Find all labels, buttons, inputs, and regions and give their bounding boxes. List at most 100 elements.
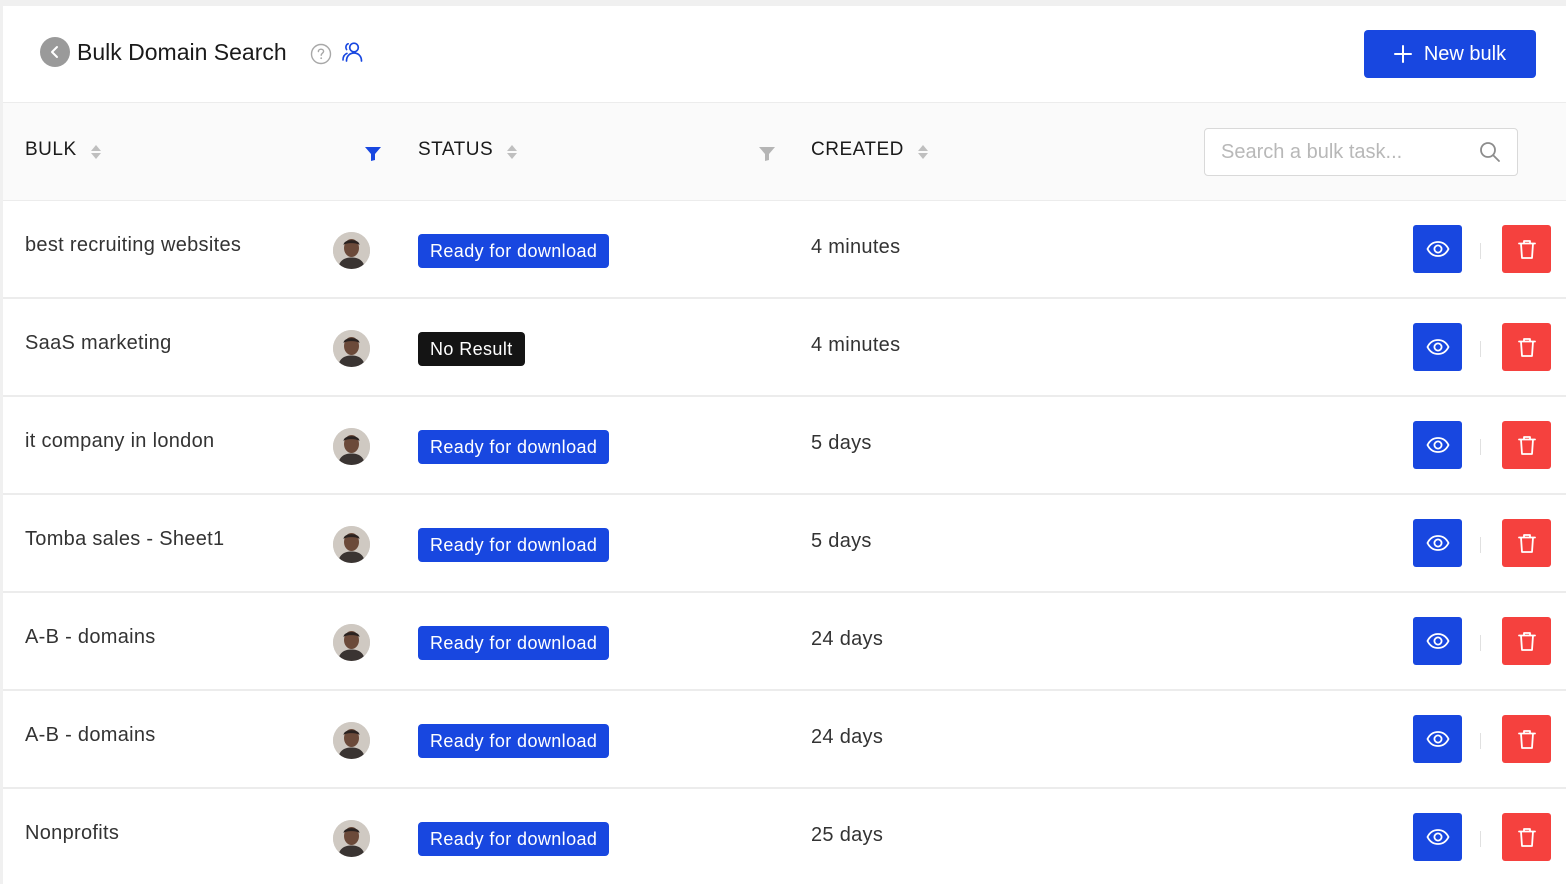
table-row: A-B - domains Ready for download 24 days [3,593,1566,691]
user-avatar-icon [333,722,370,759]
table-header: BULK STATUS CREATED [3,103,1566,201]
bulk-name[interactable]: best recruiting websites [25,234,241,257]
status-badge: Ready for download [418,626,610,660]
sort-icon[interactable] [507,144,518,159]
user-avatar-icon [333,232,370,269]
question-circle-icon[interactable] [310,43,332,65]
sort-icon[interactable] [917,144,928,159]
avatar [333,624,370,661]
page-header: Bulk Domain Search New bulk [3,6,1566,103]
created-time: 4 minutes [811,334,901,356]
action-divider [1480,341,1481,357]
avatar [333,722,370,759]
status-badge: Ready for download [418,528,610,562]
avatar [333,526,370,563]
column-label: STATUS [418,139,494,160]
status-badge: Ready for download [418,822,610,856]
status-badge: Ready for download [418,724,610,758]
column-label: BULK [25,139,77,160]
action-divider [1480,243,1481,259]
delete-button[interactable] [1502,617,1551,665]
action-divider [1480,537,1481,553]
view-button[interactable] [1413,617,1462,665]
search-input[interactable] [1221,129,1461,175]
delete-button[interactable] [1502,323,1551,371]
bulk-name[interactable]: A-B - domains [25,724,156,747]
created-time: 25 days [811,824,884,846]
created-time: 5 days [811,432,872,454]
action-divider [1480,635,1481,651]
view-button[interactable] [1413,323,1462,371]
delete-button[interactable] [1502,225,1551,273]
delete-button[interactable] [1502,421,1551,469]
plus-icon [1393,45,1412,63]
user-avatar-icon [333,624,370,661]
trash-icon [1517,828,1536,847]
table-row: Nonprofits Ready for download 25 days [3,789,1566,884]
status-badge: No Result [418,332,525,366]
action-divider [1480,439,1481,455]
user-avatar-icon [333,820,370,857]
back-button[interactable] [40,37,70,67]
filter-icon[interactable] [364,146,382,162]
table-row: best recruiting websites Ready for downl… [3,201,1566,299]
view-button[interactable] [1413,715,1462,763]
filter-icon[interactable] [758,146,776,162]
created-time: 5 days [811,530,872,552]
avatar [333,330,370,367]
bulk-name[interactable]: SaaS marketing [25,332,172,355]
chevron-left-icon [51,46,58,58]
delete-button[interactable] [1502,519,1551,567]
eye-icon [1425,339,1450,355]
eye-icon [1425,731,1450,747]
new-bulk-label: New bulk [1423,42,1507,65]
avatar [333,428,370,465]
table-row: Tomba sales - Sheet1 Ready for download … [3,495,1566,593]
trash-icon [1517,534,1536,553]
search-icon[interactable] [1479,141,1501,163]
bulk-table-body: best recruiting websites Ready for downl… [3,201,1566,884]
trash-icon [1517,240,1536,259]
action-divider [1480,831,1481,847]
column-label: CREATED [811,139,904,160]
view-button[interactable] [1413,813,1462,861]
team-icon[interactable] [341,40,365,64]
new-bulk-button[interactable]: New bulk [1364,30,1536,78]
avatar [333,820,370,857]
trash-icon [1517,632,1536,651]
view-button[interactable] [1413,519,1462,567]
status-badge: Ready for download [418,430,610,464]
eye-icon [1425,535,1450,551]
action-divider [1480,733,1481,749]
table-row: A-B - domains Ready for download 24 days [3,691,1566,789]
created-time: 4 minutes [811,236,901,258]
eye-icon [1425,437,1450,453]
trash-icon [1517,338,1536,357]
bulk-name[interactable]: Tomba sales - Sheet1 [25,528,224,551]
delete-button[interactable] [1502,715,1551,763]
eye-icon [1425,241,1450,257]
bulk-name[interactable]: it company in london [25,430,214,453]
status-badge: Ready for download [418,234,610,268]
column-header-bulk[interactable]: BULK [25,139,101,161]
delete-button[interactable] [1502,813,1551,861]
column-header-status[interactable]: STATUS [418,139,518,161]
user-avatar-icon [333,330,370,367]
page-title: Bulk Domain Search [77,39,287,65]
trash-icon [1517,436,1536,455]
created-time: 24 days [811,726,884,748]
view-button[interactable] [1413,421,1462,469]
sort-icon[interactable] [90,144,101,159]
bulk-domain-search-page: Bulk Domain Search New bulk BULK STATUS [0,0,1566,884]
eye-icon [1425,829,1450,845]
eye-icon [1425,633,1450,649]
bulk-name[interactable]: A-B - domains [25,626,156,649]
bulk-name[interactable]: Nonprofits [25,822,119,845]
created-time: 24 days [811,628,884,650]
column-header-created[interactable]: CREATED [811,139,928,161]
search-box [1204,128,1518,176]
avatar [333,232,370,269]
user-avatar-icon [333,526,370,563]
view-button[interactable] [1413,225,1462,273]
trash-icon [1517,730,1536,749]
